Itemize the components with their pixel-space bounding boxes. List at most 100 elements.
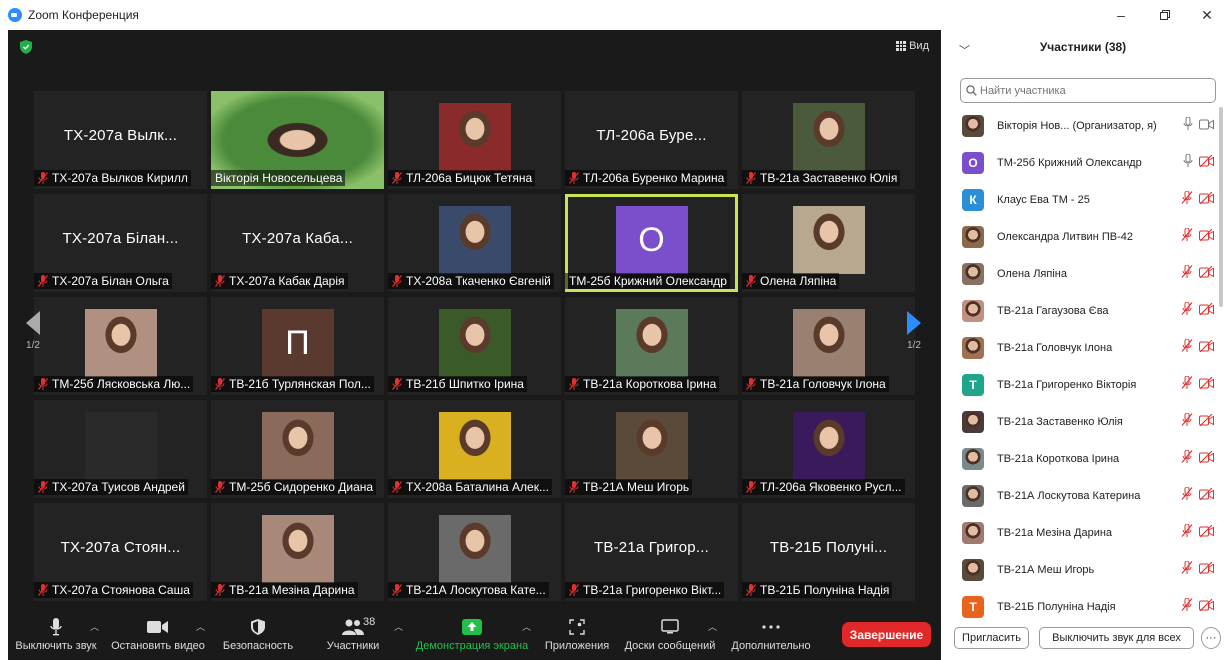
whiteboards-button[interactable]: Доски сообщений (620, 614, 720, 660)
video-tile[interactable]: Олена Ляпіна (742, 194, 915, 292)
video-tile[interactable]: ТЛ-206а Бицюк Тетяна (388, 91, 561, 189)
camera-on-icon[interactable] (1199, 117, 1214, 135)
video-tile[interactable]: ТХ-207а Каба... ТХ-207а Кабак Дарія (211, 194, 384, 292)
camera-off-icon[interactable] (1199, 413, 1214, 431)
mic-muted-icon[interactable] (1181, 486, 1193, 505)
participant-row[interactable]: ТВ-21а Короткова Ірина (941, 440, 1219, 477)
mic-muted-icon[interactable] (1181, 190, 1193, 209)
video-tile[interactable]: ТВ-21а Головчук Ілона (742, 297, 915, 395)
view-button[interactable]: Вид (896, 40, 929, 52)
video-tile[interactable]: ТВ-21а Мезіна Дарина (211, 503, 384, 601)
more-button[interactable]: Дополнительно (726, 614, 816, 660)
video-tile[interactable]: П ТВ-21б Турлянская Пол... (211, 297, 384, 395)
video-options-caret-icon[interactable]: ︿ (196, 620, 205, 633)
participant-row[interactable]: T ТВ-21а Григоренко Вікторія (941, 366, 1219, 403)
participant-row[interactable]: ТВ-21А Меш Игорь (941, 551, 1219, 588)
participant-row[interactable]: К Клаус Ева ТМ - 25 (941, 181, 1219, 218)
mic-muted-icon (569, 584, 579, 596)
camera-off-icon[interactable] (1199, 524, 1214, 542)
participant-search-box[interactable] (960, 78, 1216, 103)
mic-muted-icon[interactable] (1181, 597, 1193, 616)
video-tile[interactable]: ТЛ-206а Яковенко Русл... (742, 400, 915, 498)
participant-row[interactable]: Вікторія Нов... (Организатор, я) (941, 107, 1219, 144)
share-screen-button[interactable]: Демонстрация экрана (412, 614, 532, 660)
mic-muted-icon[interactable] (1181, 523, 1193, 542)
participant-row[interactable]: ТВ-21а Гагаузова Єва (941, 292, 1219, 329)
participant-row[interactable]: ТВ-21а Мезіна Дарина (941, 514, 1219, 551)
video-tile[interactable]: ТХ-207а Туисов Андрей (34, 400, 207, 498)
mic-muted-icon[interactable] (1181, 227, 1193, 246)
end-meeting-button[interactable]: Завершение (842, 622, 931, 647)
share-options-caret-icon[interactable]: ︿ (522, 620, 531, 633)
mute-button[interactable]: Выключить звук (14, 614, 98, 660)
participant-list-scrollbar[interactable] (1219, 107, 1223, 307)
mic-muted-icon[interactable] (1181, 375, 1193, 394)
participants-options-caret-icon[interactable]: ︿ (394, 620, 403, 633)
video-tile[interactable]: ТХ-208а Баталина Алек... (388, 400, 561, 498)
video-tile[interactable]: ТМ-25б Лясковська Лю... (34, 297, 207, 395)
window-title: Zoom Конференция (28, 8, 139, 22)
mic-muted-icon[interactable] (1181, 560, 1193, 579)
video-tile[interactable]: ТВ-21а Короткова Ірина (565, 297, 738, 395)
participant-row[interactable]: ТВ-21А Лоскутова Катерина (941, 477, 1219, 514)
participant-row[interactable]: ТВ-21а Заставенко Юлія (941, 403, 1219, 440)
audio-options-caret-icon[interactable]: ︿ (90, 620, 99, 633)
video-tile[interactable]: ТХ-208а Ткаченко Євгеній (388, 194, 561, 292)
mic-on-icon[interactable] (1183, 116, 1193, 135)
stop-video-button[interactable]: Остановить видео (110, 614, 206, 660)
invite-button[interactable]: Пригласить (954, 627, 1029, 649)
participant-row[interactable]: Олександра Литвин ПВ-42 (941, 218, 1219, 255)
mic-on-icon[interactable] (1183, 153, 1193, 172)
participants-button[interactable]: 38 Участники (318, 614, 388, 660)
participant-row[interactable]: T ТВ-21Б Полуніна Надія (941, 588, 1219, 625)
close-icon[interactable]: ✕ (1192, 4, 1222, 26)
video-tile[interactable]: ТХ-207а Стоян... ТХ-207а Стоянова Саша (34, 503, 207, 601)
participant-row[interactable]: O ТМ-25б Крижний Олександр (941, 144, 1219, 181)
mic-muted-icon[interactable] (1181, 264, 1193, 283)
restore-icon[interactable] (1150, 4, 1180, 26)
camera-off-icon[interactable] (1199, 339, 1214, 357)
camera-off-icon[interactable] (1199, 598, 1214, 616)
camera-off-icon[interactable] (1199, 191, 1214, 209)
security-button[interactable]: Безопасность (216, 614, 300, 660)
camera-off-icon[interactable] (1199, 450, 1214, 468)
video-tile[interactable]: ТВ-21а Григор... ТВ-21а Григоренко Вікт..… (565, 503, 738, 601)
tile-letter-avatar: П (261, 309, 334, 377)
video-tile[interactable]: ТХ-207а Вылк... ТХ-207а Вылков Кирилл (34, 91, 207, 189)
participant-letter-avatar: T (962, 595, 984, 618)
mic-muted-icon[interactable] (1181, 449, 1193, 468)
video-tile[interactable]: ТМ-25б Сидоренко Диана (211, 400, 384, 498)
camera-off-icon[interactable] (1199, 228, 1214, 246)
camera-off-icon[interactable] (1199, 154, 1214, 172)
apps-button[interactable]: Приложения (542, 614, 612, 660)
camera-off-icon[interactable] (1199, 302, 1214, 320)
video-tile[interactable]: ТВ-21А Меш Игорь (565, 400, 738, 498)
mute-all-button[interactable]: Выключить звук для всех (1039, 627, 1194, 649)
camera-off-icon[interactable] (1199, 487, 1214, 505)
camera-off-icon[interactable] (1199, 561, 1214, 579)
video-tile[interactable]: ТХ-207а Білан... ТХ-207а Білан Ольга (34, 194, 207, 292)
participant-video-thumbnail (615, 309, 688, 377)
prev-page-button[interactable]: 1/2 (18, 310, 48, 380)
camera-off-icon[interactable] (1199, 265, 1214, 283)
video-tile[interactable]: Вікторія Новосельцева (211, 91, 384, 189)
mic-muted-icon[interactable] (1181, 301, 1193, 320)
participant-search-input[interactable] (980, 84, 1210, 97)
tile-name-label: ТХ-207а Туисов Андрей (34, 479, 188, 495)
video-tile[interactable]: ТВ-21а Заставенко Юлія (742, 91, 915, 189)
mic-muted-icon[interactable] (1181, 412, 1193, 431)
participant-row[interactable]: ТВ-21а Головчук Ілона (941, 329, 1219, 366)
panel-more-button[interactable]: ··· (1201, 627, 1221, 649)
video-tile[interactable]: ТВ-21Б Полуні... ТВ-21Б Полуніна Надія (742, 503, 915, 601)
camera-off-icon[interactable] (1199, 376, 1214, 394)
next-page-button[interactable]: 1/2 (899, 310, 929, 380)
minimize-icon[interactable]: – (1106, 4, 1136, 26)
video-tile[interactable]: O ТМ-25б Крижний Олександр (565, 194, 738, 292)
video-tile[interactable]: ТВ-21А Лоскутова Кате... (388, 503, 561, 601)
encryption-shield-icon[interactable] (20, 40, 32, 54)
video-tile[interactable]: ТЛ-206а Буре... ТЛ-206а Буренко Марина (565, 91, 738, 189)
participant-row[interactable]: Олена Ляпіна (941, 255, 1219, 292)
mic-muted-icon[interactable] (1181, 338, 1193, 357)
video-tile[interactable]: ТВ-21б Шпитко Ірина (388, 297, 561, 395)
whiteboard-options-caret-icon[interactable]: ︿ (708, 620, 717, 633)
